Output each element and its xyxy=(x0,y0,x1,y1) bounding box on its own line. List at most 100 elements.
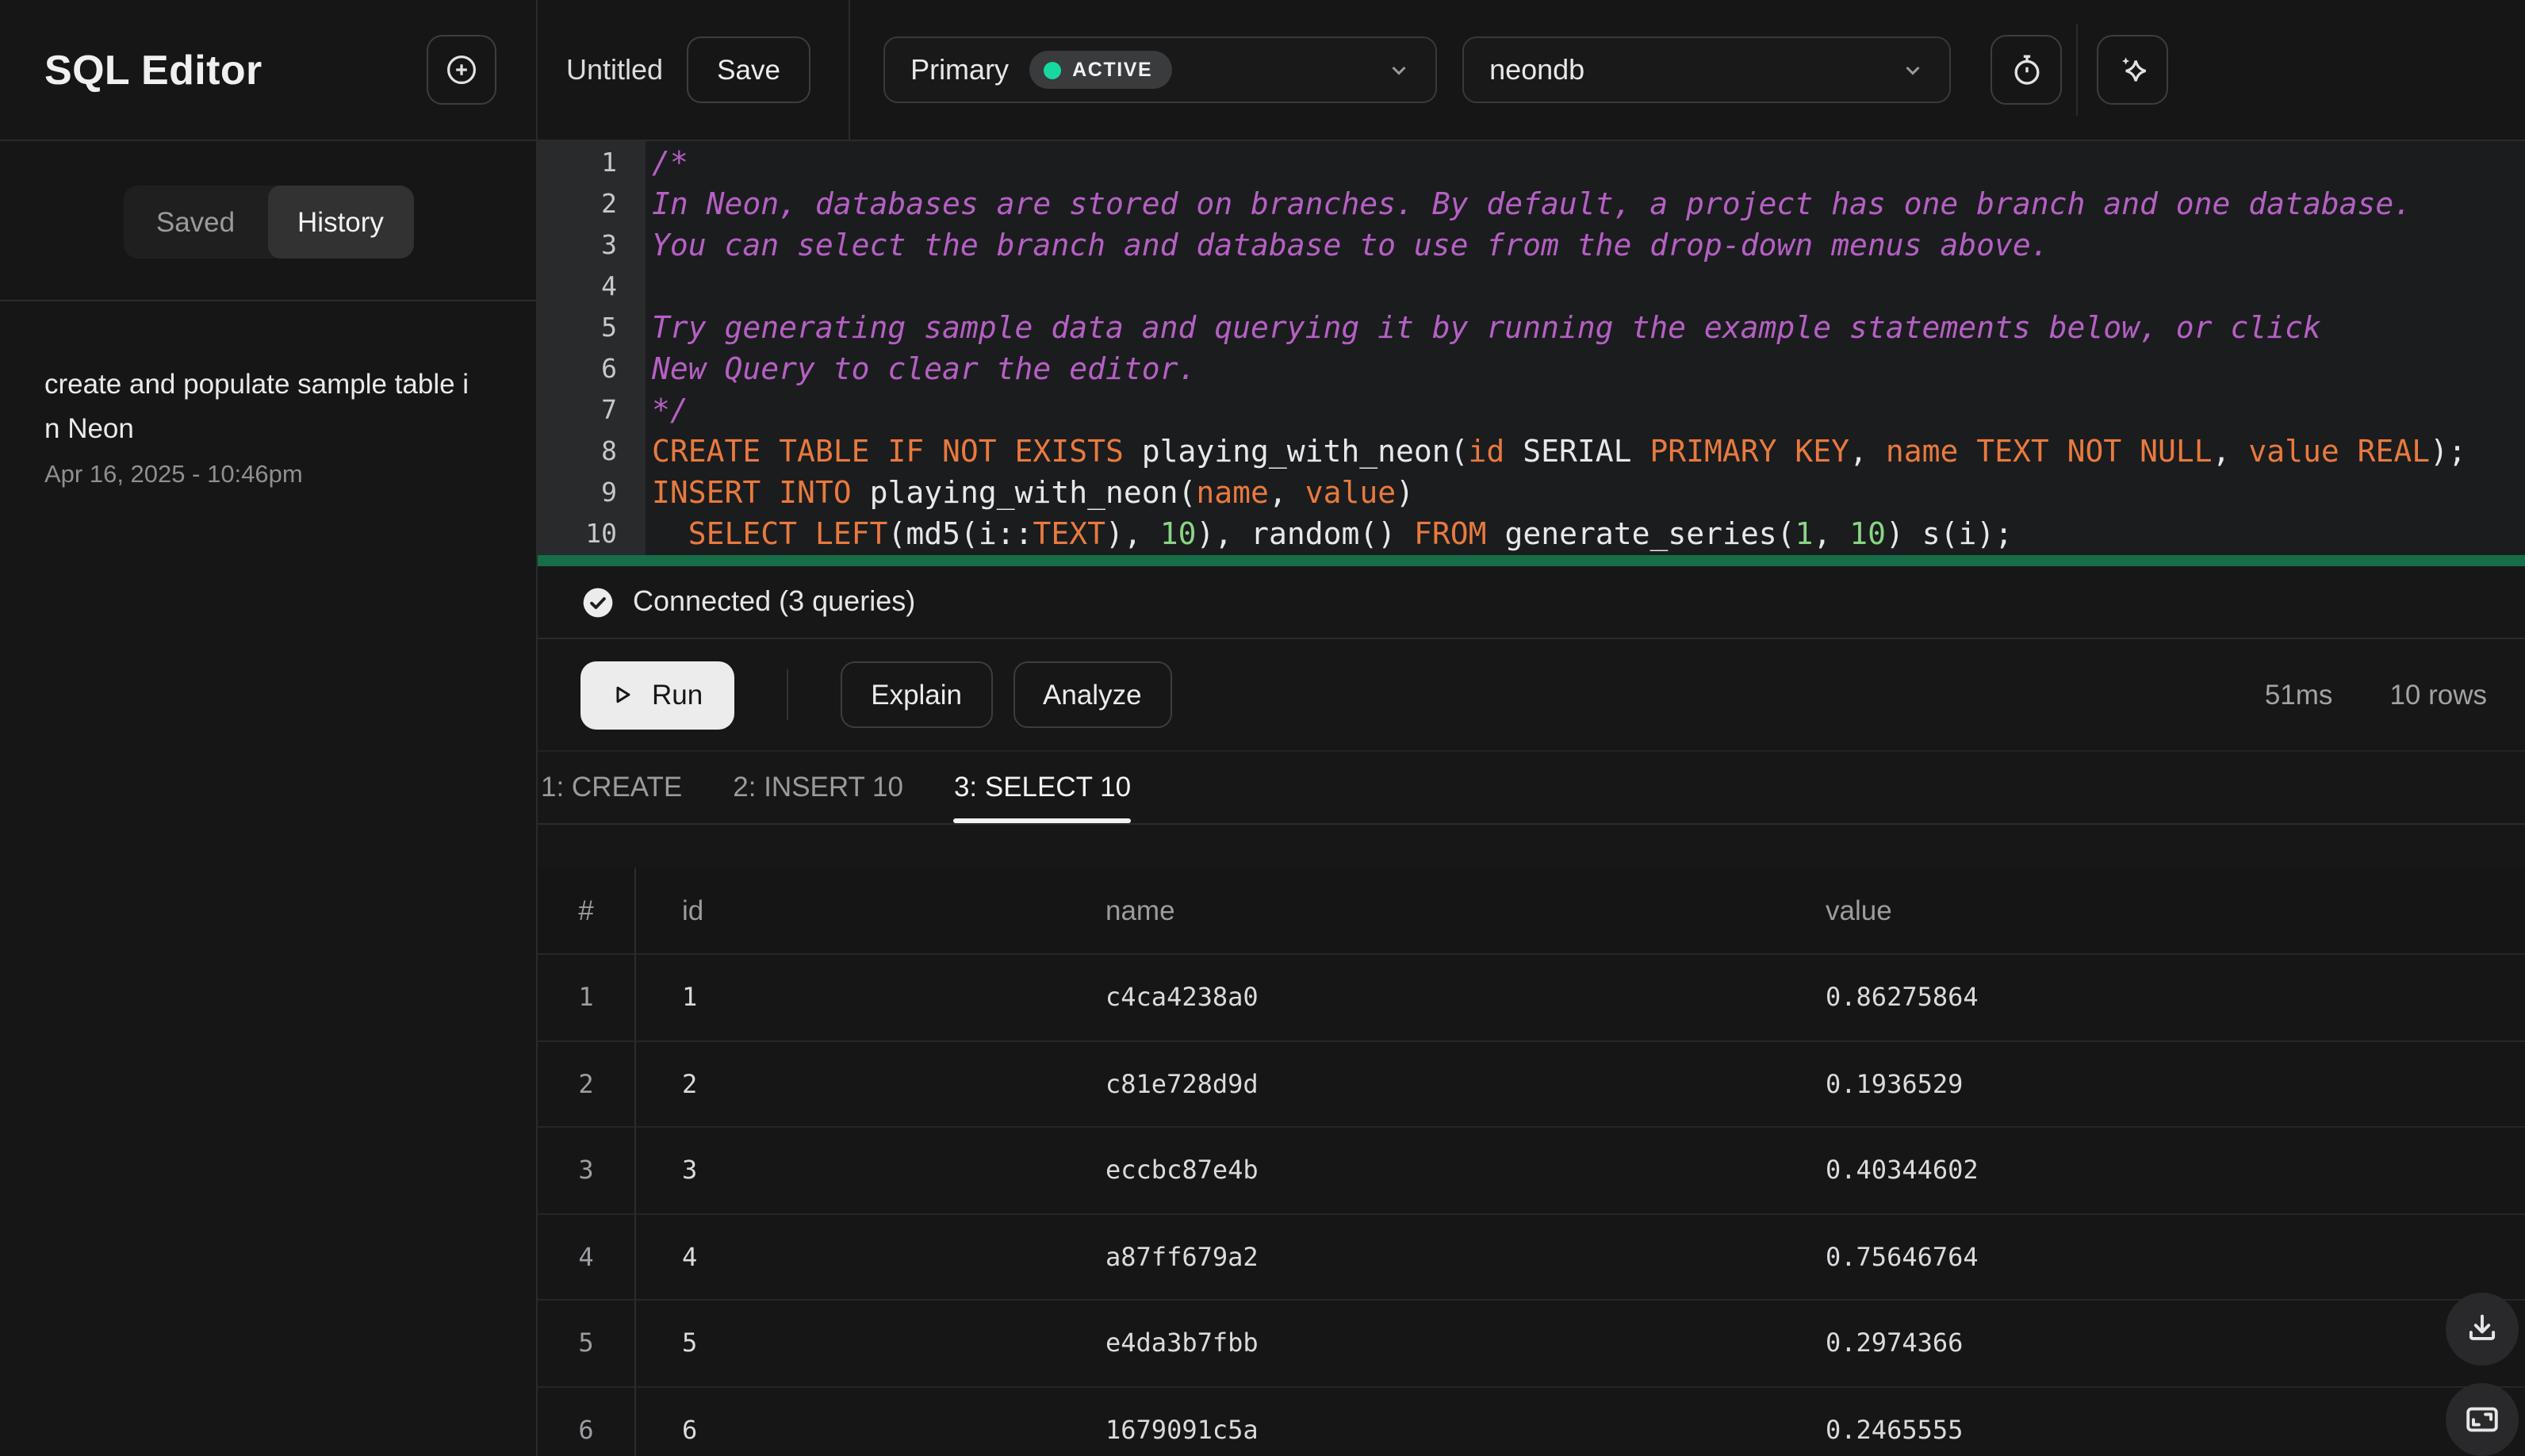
fullscreen-button[interactable] xyxy=(2446,1383,2519,1456)
table-cell: c4ca4238a0 xyxy=(1059,953,1780,1040)
editor-resize-handle[interactable] xyxy=(538,555,2525,566)
branch-select[interactable]: Primary ACTIVE xyxy=(883,36,1438,103)
history-item[interactable]: create and populate sample table in Neon… xyxy=(44,363,492,490)
database-select[interactable]: neondb xyxy=(1462,36,1952,103)
history-list: create and populate sample table in Neon… xyxy=(0,301,536,490)
database-name: neondb xyxy=(1489,53,1585,85)
table-cell: 4 xyxy=(636,1213,1059,1299)
branch-status-badge: ACTIVE xyxy=(1029,51,1172,89)
column-header-row-number: # xyxy=(538,868,636,953)
actions-divider xyxy=(787,669,789,720)
actions-bar: Run Explain Analyze 51ms 10 rows xyxy=(538,639,2525,752)
row-number-cell: 2 xyxy=(538,1040,636,1126)
table-cell: 3 xyxy=(636,1126,1059,1213)
result-tab[interactable]: 3: SELECT 10 xyxy=(953,752,1131,823)
code-line: 6 New Query to clear the editor. xyxy=(538,349,2525,390)
code-line: 5 Try generating sample data and querying… xyxy=(538,308,2525,349)
code-line: 4 xyxy=(538,266,2525,308)
chevron-down-icon xyxy=(1385,56,1413,84)
explain-button[interactable]: Explain xyxy=(841,661,993,728)
line-number: 9 xyxy=(601,477,617,508)
table-cell: eccbc87e4b xyxy=(1059,1126,1780,1213)
branch-status: ACTIVE xyxy=(1072,59,1153,81)
line-number: 8 xyxy=(601,436,617,466)
result-tab[interactable]: 2: INSERT 10 xyxy=(733,752,903,823)
query-duration: 51ms xyxy=(2264,678,2333,710)
sidebar-tab-saved[interactable]: Saved xyxy=(123,186,268,259)
play-icon xyxy=(606,679,638,711)
code-line-content: New Query to clear the editor. xyxy=(652,352,1197,387)
stopwatch-icon xyxy=(2007,51,2045,89)
query-history-button[interactable] xyxy=(1990,35,2063,105)
line-number: 5 xyxy=(601,312,617,343)
results-table: # id name value 1 1 c4ca4238a0 0.86275864 2 2 c81e… xyxy=(538,868,2525,1456)
code-line-content: /* xyxy=(652,146,688,181)
code-line: 2 In Neon, databases are stored on branch… xyxy=(538,184,2525,225)
column-header-id: id xyxy=(636,868,1059,953)
branch-name: Primary xyxy=(910,53,1010,85)
line-number: 3 xyxy=(601,230,617,260)
connection-status-bar: Connected (3 queries) xyxy=(538,566,2525,639)
editor-toolbar: Untitled Save Primary ACTIVE neondb xyxy=(538,0,2525,141)
download-icon xyxy=(2462,1308,2503,1350)
chevron-down-icon xyxy=(1899,56,1927,84)
code-line-content: CREATE TABLE IF NOT EXISTS playing_with_… xyxy=(652,435,2466,469)
check-circle-icon xyxy=(580,584,615,619)
run-button[interactable]: Run xyxy=(580,661,735,729)
query-metrics: 51ms 10 rows xyxy=(2265,678,2487,711)
line-number: 1 xyxy=(601,148,617,178)
table-cell: 0.2465555 xyxy=(1780,1385,2525,1456)
query-title: Untitled xyxy=(566,53,664,85)
line-number: 2 xyxy=(601,189,617,219)
code-line: 9 INSERT INTO playing_with_neon(name, val… xyxy=(538,473,2525,514)
sidebar-tab-history[interactable]: History xyxy=(268,186,413,259)
column-header-value: value xyxy=(1780,868,2525,953)
table-cell: 0.86275864 xyxy=(1780,953,2525,1040)
result-tab[interactable]: 1: CREATE xyxy=(541,752,682,823)
line-number: 7 xyxy=(601,395,617,425)
sidebar-header: SQL Editor xyxy=(0,0,536,141)
table-cell: 1 xyxy=(636,953,1059,1040)
saved-history-toggle: Saved History xyxy=(123,186,413,259)
history-item-title: create and populate sample table in Neon xyxy=(44,368,469,443)
save-button[interactable]: Save xyxy=(687,36,811,103)
row-number-cell: 6 xyxy=(538,1385,636,1456)
toolbar-divider xyxy=(849,0,851,140)
code-line-content: */ xyxy=(652,393,688,428)
export-results-button[interactable] xyxy=(2446,1293,2519,1366)
code-line: 7 */ xyxy=(538,390,2525,431)
table-cell: 0.40344602 xyxy=(1780,1126,2525,1213)
row-number-cell: 5 xyxy=(538,1299,636,1385)
page-title: SQL Editor xyxy=(44,45,262,93)
row-number-cell: 3 xyxy=(538,1126,636,1213)
row-number-cell: 1 xyxy=(538,953,636,1040)
table-cell: 6 xyxy=(636,1385,1059,1456)
expand-icon xyxy=(2462,1399,2503,1440)
ai-assistant-button[interactable] xyxy=(2097,35,2169,105)
main-panel: Untitled Save Primary ACTIVE neondb 1 /*… xyxy=(538,0,2525,1456)
status-dot-icon xyxy=(1044,61,1062,79)
column-header-name: name xyxy=(1059,868,1780,953)
sql-editor-app: SQL Editor Saved History create and popul… xyxy=(0,0,2525,1456)
results-gap xyxy=(538,825,2525,868)
sql-code-editor[interactable]: 1 /* 2 In Neon, databases are stored on bra… xyxy=(538,141,2525,566)
table-cell: 0.1936529 xyxy=(1780,1040,2525,1126)
run-label: Run xyxy=(652,678,703,710)
code-line: 1 /* xyxy=(538,143,2525,184)
table-cell: a87ff679a2 xyxy=(1059,1213,1780,1299)
analyze-button[interactable]: Analyze xyxy=(1013,661,1172,728)
code-line: 3 You can select the branch and database … xyxy=(538,225,2525,266)
table-cell: 0.2974366 xyxy=(1780,1299,2525,1385)
connection-status-text: Connected (3 queries) xyxy=(633,585,916,617)
result-tabs: 1: CREATE 2: INSERT 10 3: SELECT 10 xyxy=(538,752,2525,825)
row-number-cell: 4 xyxy=(538,1213,636,1299)
line-number: 6 xyxy=(601,354,617,384)
new-query-button[interactable] xyxy=(427,35,496,105)
table-cell: 5 xyxy=(636,1299,1059,1385)
history-item-timestamp: Apr 16, 2025 - 10:46pm xyxy=(44,462,303,489)
table-cell: c81e728d9d xyxy=(1059,1040,1780,1126)
code-line-content: You can select the branch and database t… xyxy=(652,228,2049,263)
table-cell: e4da3b7fbb xyxy=(1059,1299,1780,1385)
table-cell: 0.75646764 xyxy=(1780,1213,2525,1299)
table-cell: 1679091c5a xyxy=(1059,1385,1780,1456)
